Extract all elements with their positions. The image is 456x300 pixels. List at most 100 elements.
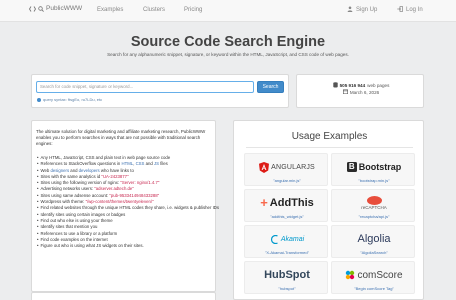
user-icon (347, 6, 353, 14)
usage-card-caption[interactable]: "hubspot" (245, 286, 329, 291)
feature-text-part: Web (40, 167, 51, 173)
recaptcha-logo: reCAPTCHA (332, 194, 416, 212)
index-date: March 6, 2026 (297, 89, 425, 95)
feature-query-link[interactable]: "Server: nginx/1.4.7" (120, 180, 159, 185)
feature-text-part: and (69, 167, 79, 173)
feature-query-link[interactable]: "/wp-content/themes/twentyeleven/" (86, 199, 154, 204)
feature-text-part: Advertising networks users: (40, 186, 95, 192)
feature-text-part: Any HTML, JavaScript, CSS and plain text… (40, 155, 171, 160)
usage-card-angular[interactable]: ANGULARJS "angular.min.js" (244, 153, 328, 186)
angular-logo: ANGULARJS (245, 158, 329, 176)
nav-link-pricing[interactable]: Pricing (184, 7, 202, 13)
feature-text-part: Find code examples on the internet (40, 236, 108, 242)
page-count-value: 505 916 944 (339, 83, 366, 88)
feature-text-part: References to StackOverflow questions in (40, 161, 122, 167)
bootstrap-b-icon: B (346, 162, 357, 172)
comscore-logo: comScore (332, 266, 416, 284)
divider (246, 147, 413, 148)
usage-card-caption[interactable]: "addthis_widget.js" (245, 214, 329, 219)
page-subtitle: Search for any alphanumeric snippet, sig… (107, 52, 349, 57)
query-syntax-text: query syntax: ftsgEo, ru7LDu, etc (43, 97, 103, 102)
algolia-logo-text: Algolia (357, 233, 391, 245)
plus-icon: + (260, 195, 268, 210)
usage-card-recaptcha[interactable]: reCAPTCHA "recaptcha/api.js" (331, 189, 415, 222)
brand-link[interactable]: PublicWWW (29, 5, 82, 12)
search-button[interactable]: Search (257, 81, 284, 93)
query-syntax-hint[interactable]: query syntax: ftsgEo, ru7LDu, etc (37, 97, 102, 102)
feature-text-part: Find related websites through the unique… (40, 205, 220, 211)
feature-query-link[interactable]: "pub-9533414948433288" (109, 193, 159, 198)
usage-card-hubspot[interactable]: HubSpot "hubspot" (244, 261, 328, 294)
code-brackets-icon (29, 5, 36, 12)
feature-text-part: files (159, 161, 168, 167)
recaptcha-icon (366, 196, 382, 205)
info-icon (37, 97, 41, 102)
nav-link-clusters[interactable]: Clusters (143, 7, 165, 13)
angular-logo-text: ANGULARJS (271, 163, 315, 171)
usage-card-akamai[interactable]: Akamai "X-Akamai-Transformed" (244, 225, 328, 258)
feature-text-part: Sites using same adsense account: (40, 192, 110, 198)
search-icon (38, 5, 44, 12)
feature-text-part: Sites with the same analytics id (40, 173, 102, 179)
feature-text-part: References to use a library or a platfor… (40, 230, 118, 236)
usage-card-caption[interactable]: "angular.min.js" (245, 178, 329, 183)
akamai-logo-text: Akamai (280, 235, 305, 243)
feature-text-part: Identify sites using certain images or b… (40, 211, 126, 217)
usage-card-caption[interactable]: "bootstrap.min.js" (332, 178, 416, 183)
login-link[interactable]: Log In (397, 6, 423, 14)
usage-card-caption[interactable]: "AlgoliaSearch" (332, 250, 416, 255)
hubspot-logo: HubSpot (245, 266, 329, 284)
feature-text-part: Wordpress with theme: (40, 199, 86, 205)
index-date-value: March 6, 2026 (349, 89, 380, 95)
usage-card-addthis[interactable]: + AddThis "addthis_widget.js" (244, 189, 328, 222)
recaptcha-logo-text: reCAPTCHA (361, 205, 387, 210)
comscore-logo-text: comScore (357, 269, 403, 281)
addthis-logo: + AddThis (245, 194, 329, 212)
addthis-logo-text: AddThis (269, 197, 314, 209)
feature-text-part: Sites using the following version of ngi… (40, 180, 121, 186)
usage-card-algolia[interactable]: Algolia "AlgoliaSearch" (331, 225, 415, 258)
feature-text-part: Figure out who is using what JS widgets … (40, 243, 144, 249)
features-intro: The ultimate solution for digital market… (36, 129, 206, 146)
calendar-icon (342, 89, 348, 95)
usage-card-bootstrap[interactable]: B Bootstrap "bootstrap.min.js" (331, 153, 415, 186)
feature-link[interactable]: designers (50, 168, 69, 173)
feature-text: Figure out who is using what JS widgets … (41, 243, 144, 249)
nav-link-examples[interactable]: Examples (97, 7, 123, 13)
feature-text-part: and (144, 161, 154, 167)
feature-text-part: Identify sites that mention you (40, 224, 98, 230)
akamai-logo: Akamai (245, 230, 329, 248)
feature-list-item: • Figure out who is using what JS widgets… (37, 243, 215, 249)
page-count-suffix: web pages (367, 83, 390, 88)
login-icon (397, 6, 403, 14)
feature-link[interactable]: developers (79, 168, 100, 173)
top-navbar: PublicWWW Examples Clusters Pricing Sign… (0, 0, 456, 22)
stats-panel: 505 916 944 web pages March 6, 2026 (296, 74, 424, 108)
algolia-logo: Algolia (332, 230, 416, 248)
page-count: 505 916 944 web pages (297, 82, 425, 89)
database-icon (332, 82, 338, 89)
usage-card-caption[interactable]: "Begin comScore Tag" (332, 286, 416, 291)
feature-query-link[interactable]: "adserver.adtech.de" (94, 186, 134, 191)
usage-card-caption[interactable]: "X-Akamai-Transformed" (245, 250, 329, 255)
signup-link[interactable]: Sign Up (347, 6, 377, 14)
usage-examples-panel: Usage Examples ANGULARJS "angular.min.js… (233, 120, 424, 300)
feature-query-link[interactable]: "UA-2423877" (101, 174, 128, 179)
login-label: Log In (406, 7, 423, 13)
hubspot-logo-text: HubSpot (264, 269, 310, 281)
usage-card-comscore[interactable]: comScore "Begin comScore Tag" (331, 261, 415, 294)
usage-card-caption[interactable]: "recaptcha/api.js" (332, 214, 416, 219)
search-input[interactable]: Search for code snippet, signature or ke… (36, 81, 254, 93)
search-panel: Search for code snippet, signature or ke… (31, 74, 289, 108)
features-panel: The ultimate solution for digital market… (31, 120, 219, 292)
signup-label: Sign Up (356, 7, 378, 13)
feature-link[interactable]: HTML (121, 161, 133, 166)
secondary-panel (31, 292, 216, 300)
usage-examples-title: Usage Examples (291, 131, 368, 142)
feature-text-part: who have links to (99, 167, 134, 173)
feature-text-part: Find out who else is using your theme (40, 217, 113, 223)
features-list: • Any HTML, JavaScript, CSS and plain tex… (37, 155, 219, 249)
bootstrap-logo-text: Bootstrap (358, 162, 402, 172)
bullet-icon: • (37, 243, 39, 249)
page-title: Source Code Search Engine (130, 34, 326, 50)
